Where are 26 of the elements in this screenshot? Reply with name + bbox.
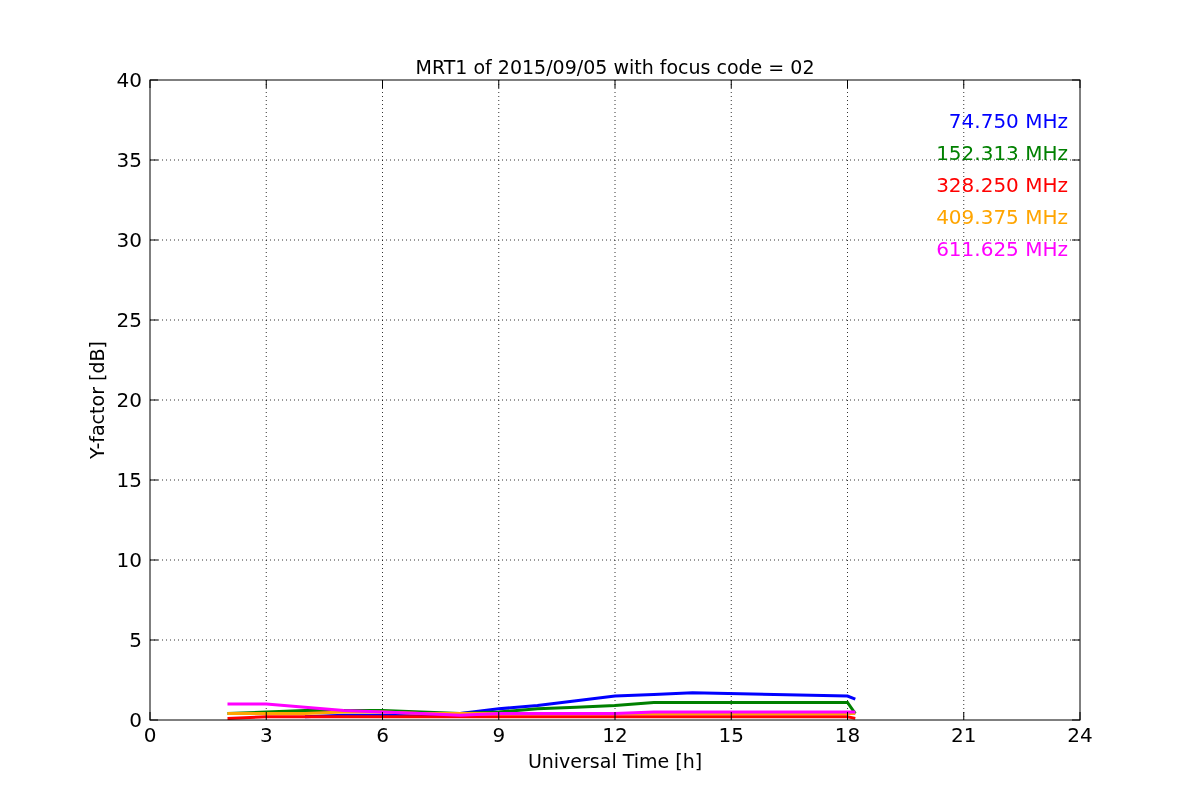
legend-label: 328.250 MHz (936, 173, 1068, 197)
y-tick-label: 0 (129, 708, 142, 732)
x-tick-label: 15 (718, 723, 744, 747)
chart-title: MRT1 of 2015/09/05 with focus code = 02 (415, 56, 815, 78)
x-tick-label: 24 (1067, 723, 1093, 747)
x-tick-label: 18 (834, 723, 861, 747)
x-tick-label: 6 (376, 723, 389, 747)
x-axis-label: Universal Time [h] (527, 750, 703, 772)
x-tick-label: 3 (259, 723, 273, 747)
x-tick-label: 0 (143, 723, 157, 747)
y-tick-label: 10 (116, 548, 142, 572)
legend-label: 409.375 MHz (936, 205, 1068, 229)
y-tick-label: 15 (116, 468, 142, 492)
y-tick-label: 5 (129, 628, 142, 652)
legend-label: 611.625 MHz (936, 237, 1068, 261)
y-tick-label: 25 (116, 308, 142, 332)
y-tick-label: 30 (116, 228, 142, 252)
y-tick-label: 40 (116, 68, 142, 92)
x-tick-label: 21 (951, 723, 977, 747)
x-tick-label: 9 (492, 723, 506, 747)
legend-label: 152.313 MHz (936, 141, 1068, 165)
y-axis-label: Y-factor [dB] (86, 341, 108, 459)
x-tick-label: 12 (602, 723, 628, 747)
y-tick-label: 20 (116, 388, 142, 412)
y-tick-label: 35 (116, 148, 142, 172)
legend-label: 74.750 MHz (948, 109, 1068, 133)
